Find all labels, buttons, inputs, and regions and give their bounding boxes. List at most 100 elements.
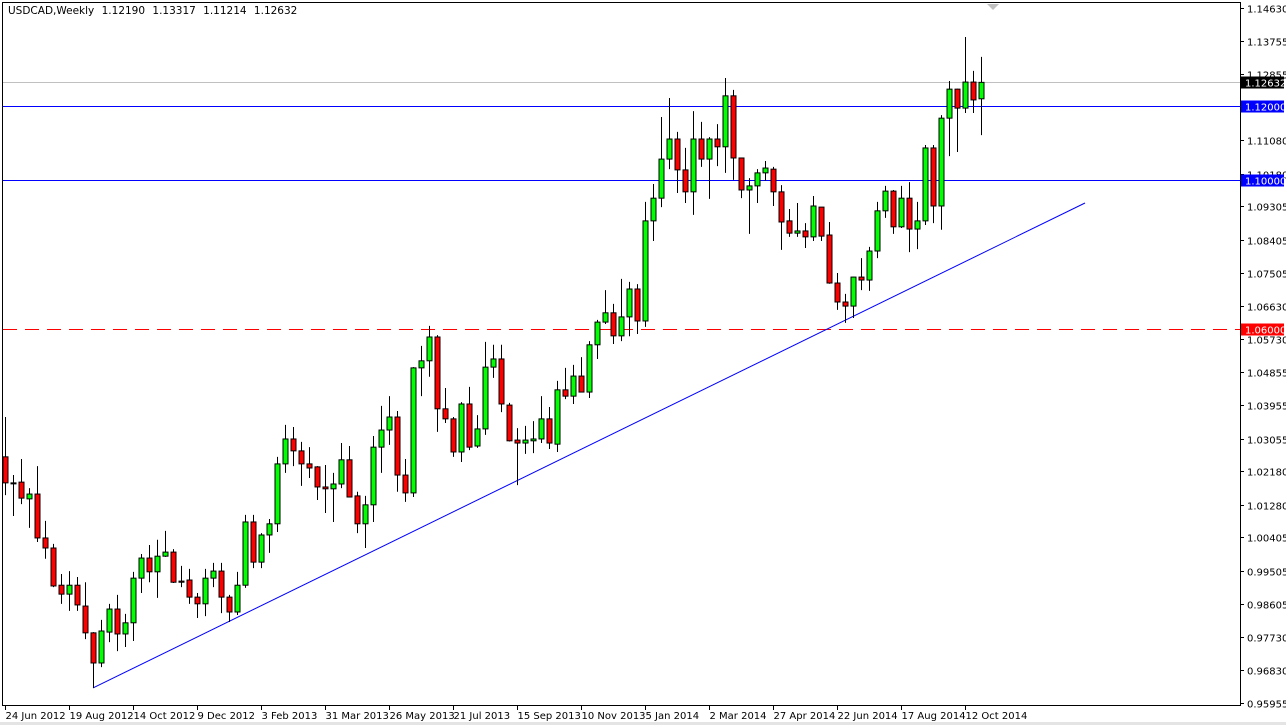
candle-body-bull	[947, 89, 952, 118]
y-tick-label: 1.05730	[1247, 336, 1286, 347]
candle	[195, 593, 200, 618]
x-tick-label: 24 Jun 2012	[6, 711, 66, 722]
candle	[131, 572, 136, 641]
candle-body-bull	[483, 367, 488, 429]
candle	[595, 320, 600, 359]
candle-body-bear	[195, 597, 200, 604]
candle	[179, 566, 184, 587]
candle	[251, 515, 256, 568]
candle-body-bear	[515, 440, 520, 443]
candle	[859, 258, 864, 290]
candle-body-bull	[275, 464, 280, 524]
candle	[67, 571, 72, 611]
candle	[907, 182, 912, 252]
candle	[203, 569, 208, 616]
x-tick-label: 31 Mar 2013	[326, 711, 389, 722]
candle	[667, 98, 672, 169]
candle-body-bull	[531, 439, 536, 441]
candle-body-bull	[867, 251, 872, 280]
candle-body-bull	[707, 139, 712, 159]
candle-body-bear	[147, 558, 152, 572]
candle	[387, 396, 392, 445]
candle-body-bull	[555, 390, 560, 444]
candle-body-bull	[667, 139, 672, 159]
candle-body-bear	[91, 633, 96, 663]
x-tick-label: 2 Mar 2014	[710, 711, 767, 722]
candle	[675, 132, 680, 193]
y-tick-label: 0.95955	[1247, 700, 1286, 711]
candle	[187, 569, 192, 604]
candle-body-bull	[459, 404, 464, 452]
candle-body-bear	[187, 580, 192, 597]
candle	[851, 277, 856, 318]
candle	[499, 345, 504, 412]
candle-body-bull	[899, 198, 904, 227]
candle-body-bull	[587, 345, 592, 392]
candle-body-bull	[963, 82, 968, 108]
candle-body-bear	[179, 581, 184, 582]
candle-body-bear	[171, 552, 176, 582]
candle	[515, 428, 520, 485]
candle-body-bear	[803, 231, 808, 237]
candle	[379, 406, 384, 473]
candle	[715, 124, 720, 166]
x-tick-label: 26 May 2013	[390, 711, 455, 722]
candle-body-bear	[827, 235, 832, 283]
x-tick-label: 12 Oct 2014	[966, 711, 1028, 722]
trendline[interactable]	[93, 203, 1085, 688]
candle-body-bear	[611, 313, 616, 336]
candle	[483, 342, 488, 435]
candle	[635, 284, 640, 334]
candlestick-chart[interactable]: 1.146301.137551.128551.110801.101801.093…	[0, 0, 1286, 725]
candle	[803, 223, 808, 248]
candle-body-bull	[659, 159, 664, 198]
candle	[331, 473, 336, 522]
candle-body-bear	[219, 571, 224, 597]
y-tick-label: 1.01280	[1247, 502, 1286, 513]
x-tick-label: 5 Jan 2014	[646, 711, 700, 722]
candle-body-bull	[339, 460, 344, 484]
candle	[763, 161, 768, 181]
candle-body-bull	[475, 429, 480, 446]
candle	[163, 531, 168, 557]
candle	[507, 403, 512, 442]
candle-body-bear	[299, 451, 304, 464]
candle	[523, 426, 528, 454]
y-tick-label: 0.97730	[1247, 634, 1286, 645]
candle	[91, 632, 96, 688]
x-tick-label: 9 Dec 2012	[198, 711, 256, 722]
candle-body-bear	[35, 494, 40, 538]
candle	[627, 282, 632, 336]
candle-body-bull	[851, 277, 856, 306]
candle-body-bull	[651, 198, 656, 221]
candle	[555, 381, 560, 452]
plot-frame	[3, 3, 1241, 706]
candle-body-bear	[771, 169, 776, 192]
candle	[123, 614, 128, 647]
candle-body-bear	[891, 191, 896, 227]
candle	[411, 367, 416, 497]
candle	[731, 90, 736, 180]
candle-body-bull	[795, 231, 800, 233]
y-tick-label: 1.09305	[1247, 203, 1286, 214]
candle	[819, 207, 824, 241]
candle-body-bear	[443, 409, 448, 419]
candle	[243, 515, 248, 588]
candle-body-bull	[163, 552, 168, 556]
chart-shift-marker-icon[interactable]	[987, 4, 999, 10]
candle-body-bull	[979, 82, 984, 98]
candle-body-bear	[115, 609, 120, 634]
candle-body-bull	[27, 494, 32, 499]
candle-body-bear	[499, 359, 504, 404]
candle-body-bear	[227, 597, 232, 612]
candle-body-bear	[739, 158, 744, 190]
candle	[59, 574, 64, 604]
candle-body-bull	[603, 313, 608, 322]
candle-body-bear	[51, 548, 56, 586]
candle-body-bear	[683, 170, 688, 192]
candle-body-bull	[915, 221, 920, 229]
candle	[283, 425, 288, 473]
x-tick-label: 3 Feb 2013	[262, 711, 318, 722]
y-tick-label: 1.07505	[1247, 270, 1286, 281]
price-level-label: 1.12632	[1245, 79, 1286, 90]
